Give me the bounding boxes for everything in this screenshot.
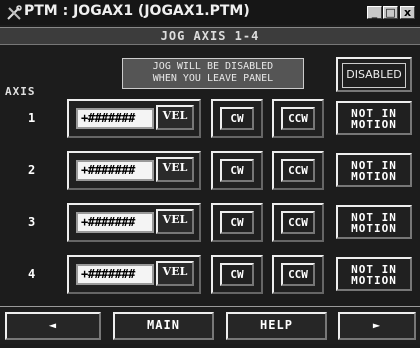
- disabled-button[interactable]: DISABLED: [336, 57, 412, 92]
- velocity-entry-group: +####### VEL: [67, 99, 201, 138]
- next-page-button[interactable]: ►: [338, 312, 416, 340]
- velocity-entry-group: +####### VEL: [67, 203, 201, 242]
- panel-title: JOG AXIS 1-4: [0, 27, 420, 45]
- ccw-button-group: CCW: [272, 99, 324, 138]
- velocity-input[interactable]: +#######: [76, 108, 154, 129]
- velocity-input[interactable]: +#######: [76, 212, 154, 233]
- bottom-nav-bar: ◄ MAIN HELP ►: [0, 306, 420, 344]
- ccw-button-group: CCW: [272, 203, 324, 242]
- ccw-button[interactable]: CCW: [281, 211, 315, 234]
- vel-button[interactable]: VEL: [156, 105, 194, 130]
- status-line-2: MOTION: [351, 118, 397, 131]
- triangle-right-icon: ►: [372, 318, 382, 332]
- ccw-button[interactable]: CCW: [281, 263, 315, 286]
- axis-row-2: 2 +####### VEL CW CCW NOT IN MOTION: [0, 151, 420, 193]
- main-button[interactable]: MAIN: [113, 312, 214, 340]
- warning-line-1: JOG WILL BE DISABLED: [152, 61, 274, 72]
- minimize-icon: _: [371, 6, 378, 19]
- cw-button[interactable]: CW: [220, 159, 254, 182]
- ccw-button-group: CCW: [272, 151, 324, 190]
- velocity-entry-group: +####### VEL: [67, 151, 201, 190]
- disable-warning: JOG WILL BE DISABLED WHEN YOU LEAVE PANE…: [122, 58, 304, 89]
- warning-line-2: WHEN YOU LEAVE PANEL: [152, 73, 274, 84]
- help-button[interactable]: HELP: [226, 312, 327, 340]
- restore-button[interactable]: □: [383, 6, 398, 19]
- motion-status: NOT IN MOTION: [336, 153, 412, 187]
- cw-button[interactable]: CW: [220, 263, 254, 286]
- axis-row-1: 1 +####### VEL CW CCW NOT IN MOTION: [0, 99, 420, 141]
- axis-number: 4: [28, 267, 36, 281]
- velocity-input[interactable]: +#######: [76, 160, 154, 181]
- status-line-2: MOTION: [351, 222, 397, 235]
- status-line-2: MOTION: [351, 170, 397, 183]
- velocity-input[interactable]: +#######: [76, 264, 154, 285]
- vel-button[interactable]: VEL: [156, 157, 194, 182]
- close-icon: x: [403, 6, 412, 19]
- help-button-label: HELP: [260, 318, 293, 332]
- status-line-2: MOTION: [351, 274, 397, 287]
- cw-button-group: CW: [211, 99, 263, 138]
- axis-column-header: AXIS: [5, 85, 36, 98]
- ccw-button[interactable]: CCW: [281, 107, 315, 130]
- axis-row-4: 4 +####### VEL CW CCW NOT IN MOTION: [0, 255, 420, 297]
- motion-status: NOT IN MOTION: [336, 101, 412, 135]
- title-bar: PTM : JOGAX1 (JOGAX1.PTM) _ □ x: [0, 0, 420, 25]
- axis-number: 3: [28, 215, 36, 229]
- axis-number: 2: [28, 163, 36, 177]
- ccw-button[interactable]: CCW: [281, 159, 315, 182]
- cw-button-group: CW: [211, 255, 263, 294]
- minimize-button[interactable]: _: [367, 6, 382, 19]
- cw-button-group: CW: [211, 203, 263, 242]
- main-button-label: MAIN: [147, 318, 180, 332]
- close-button[interactable]: x: [400, 6, 415, 19]
- axis-number: 1: [28, 111, 36, 125]
- prev-page-button[interactable]: ◄: [5, 312, 101, 340]
- cw-button-group: CW: [211, 151, 263, 190]
- ccw-button-group: CCW: [272, 255, 324, 294]
- axis-row-3: 3 +####### VEL CW CCW NOT IN MOTION: [0, 203, 420, 245]
- restore-icon: □: [385, 6, 396, 19]
- motion-status: NOT IN MOTION: [336, 257, 412, 291]
- vel-button[interactable]: VEL: [156, 261, 194, 286]
- vel-button[interactable]: VEL: [156, 209, 194, 234]
- cw-button[interactable]: CW: [220, 211, 254, 234]
- motion-status: NOT IN MOTION: [336, 205, 412, 239]
- disabled-button-label: DISABLED: [342, 63, 406, 88]
- velocity-entry-group: +####### VEL: [67, 255, 201, 294]
- triangle-left-icon: ◄: [48, 318, 58, 332]
- cw-button[interactable]: CW: [220, 107, 254, 130]
- app-tools-icon: [7, 5, 22, 20]
- window-title: PTM : JOGAX1 (JOGAX1.PTM): [24, 3, 250, 19]
